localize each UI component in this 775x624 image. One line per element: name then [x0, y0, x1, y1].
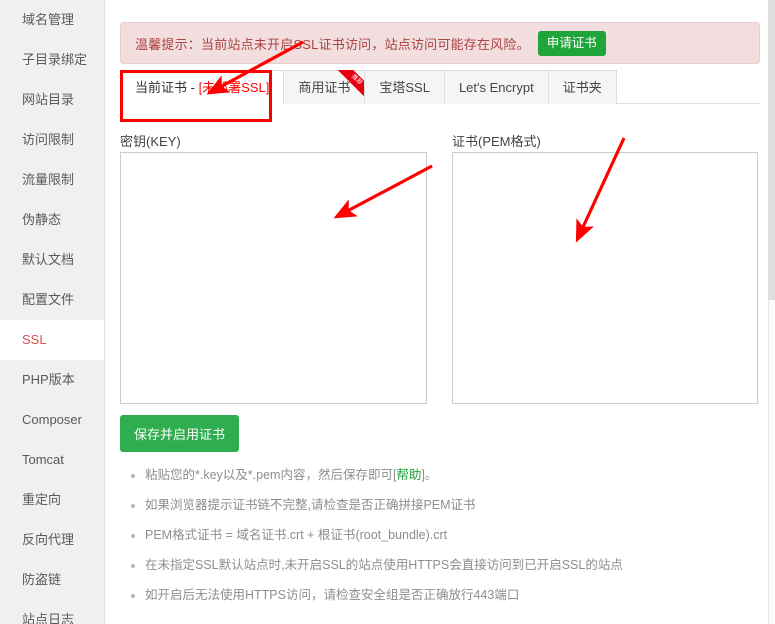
tip-text: 如开启后无法使用HTTPS访问，请检查安全组是否正确放行443端口	[145, 588, 520, 602]
ssl-warning-text: 温馨提示：当前站点未开启SSL证书访问，站点访问可能存在风险。	[135, 36, 530, 52]
sidebar-item-13[interactable]: 重定向	[0, 480, 104, 520]
tab-label: Let's Encrypt	[458, 80, 534, 95]
tip-text-suffix: ]。	[421, 468, 438, 482]
sidebar-item-9[interactable]: SSL	[0, 320, 104, 360]
sidebar-item-label: 访问限制	[22, 132, 75, 147]
sidebar-item-label: 配置文件	[22, 292, 75, 307]
tip-item: PEM格式证书 = 域名证书.crt + 根证书(root_bundle).cr…	[145, 520, 765, 550]
sidebar-item-16[interactable]: 站点日志	[0, 600, 104, 624]
pem-field-label: 证书(PEM格式)	[452, 134, 541, 149]
tab-label: 商用证书	[298, 80, 351, 95]
sidebar-item-label: PHP版本	[22, 372, 75, 387]
sidebar-item-label: 网站目录	[22, 92, 75, 107]
page-scrollbar-track[interactable]	[768, 0, 775, 624]
sidebar: 域名管理子目录绑定网站目录访问限制流量限制伪静态默认文档配置文件 SSL PHP版本…	[0, 0, 105, 624]
tip-item: 如开启后无法使用HTTPS访问，请检查安全组是否正确放行443端口	[145, 580, 765, 610]
sidebar-item-label: 子目录绑定	[22, 52, 88, 67]
tip-text: 粘贴您的*.key以及*.pem内容，然后保存即可[	[145, 468, 397, 482]
sidebar-item-label: 默认文档	[22, 252, 75, 267]
tab-3[interactable]: 宝塔SSL	[364, 70, 445, 104]
sidebar-item-label: 域名管理	[22, 12, 75, 27]
sidebar-item-10[interactable]: PHP版本	[0, 360, 104, 400]
tip-text: 如果浏览器提示证书链不完整,请检查是否正确拼接PEM证书	[145, 498, 476, 512]
sidebar-item-12[interactable]: Tomcat	[0, 440, 104, 480]
tab-4[interactable]: Let's Encrypt	[443, 70, 549, 104]
tips-list: 粘贴您的*.key以及*.pem内容，然后保存即可[帮助]。如果浏览器提示证书链…	[127, 460, 765, 610]
tab-2[interactable]: 商用证书 推荐	[283, 70, 366, 104]
sidebar-item-8[interactable]: 配置文件	[0, 280, 104, 320]
sidebar-item-label: 防盗链	[22, 572, 62, 587]
main-content: 温馨提示：当前站点未开启SSL证书访问，站点访问可能存在风险。 申请证书 当前证…	[105, 0, 775, 624]
sidebar-item-5[interactable]: 流量限制	[0, 160, 104, 200]
sidebar-item-7[interactable]: 默认文档	[0, 240, 104, 280]
key-field-label: 密钥(KEY)	[120, 134, 181, 149]
ssl-warning-banner: 温馨提示：当前站点未开启SSL证书访问，站点访问可能存在风险。 申请证书	[120, 22, 760, 64]
sidebar-item-2[interactable]: 子目录绑定	[0, 40, 104, 80]
tip-item: 粘贴您的*.key以及*.pem内容，然后保存即可[帮助]。	[145, 460, 765, 490]
pem-textarea[interactable]	[452, 152, 758, 404]
tip-item: 如果浏览器提示证书链不完整,请检查是否正确拼接PEM证书	[145, 490, 765, 520]
sidebar-item-label: 伪静态	[22, 212, 62, 227]
tip-help-link[interactable]: 帮助	[396, 468, 421, 482]
sidebar-item-14[interactable]: 反向代理	[0, 520, 104, 560]
sidebar-item-label: 流量限制	[22, 172, 75, 187]
sidebar-item-6[interactable]: 伪静态	[0, 200, 104, 240]
tab-label: 证书夹	[562, 80, 602, 95]
ssl-tabs: 当前证书 - [未部署SSL] 商用证书 推荐 宝塔SSL Let's Encrypt 证…	[120, 70, 760, 105]
sidebar-item-15[interactable]: 防盗链	[0, 560, 104, 600]
tab-1[interactable]: 当前证书 - [未部署SSL]	[120, 70, 285, 105]
app-root: 域名管理子目录绑定网站目录访问限制流量限制伪静态默认文档配置文件 SSL PHP版本…	[0, 0, 775, 624]
sidebar-item-label: Composer	[22, 412, 82, 427]
sidebar-item-label: 反向代理	[22, 532, 75, 547]
tip-text: 在未指定SSL默认站点时,未开启SSL的站点使用HTTPS会直接访问到已开启SS…	[145, 558, 623, 572]
apply-certificate-button[interactable]: 申请证书	[537, 30, 606, 56]
tip-text: PEM格式证书 = 域名证书.crt + 根证书(root_bundle).cr…	[145, 528, 448, 542]
tab-5[interactable]: 证书夹	[547, 70, 617, 104]
tab-label: 当前证书 -	[135, 80, 199, 95]
sidebar-item-label: SSL	[22, 332, 47, 347]
sidebar-item-label: 重定向	[22, 492, 62, 507]
sidebar-item-11[interactable]: Composer	[0, 400, 104, 440]
sidebar-item-label: Tomcat	[22, 452, 64, 467]
page-scrollbar-thumb[interactable]	[768, 0, 775, 300]
save-and-enable-certificate-button[interactable]: 保存并启用证书	[120, 415, 240, 452]
sidebar-item-3[interactable]: 网站目录	[0, 80, 104, 120]
sidebar-item-4[interactable]: 访问限制	[0, 120, 104, 160]
key-textarea[interactable]	[120, 152, 427, 404]
tab-status-badge: [未部署SSL]	[198, 80, 270, 95]
sidebar-item-1[interactable]: 域名管理	[0, 0, 104, 40]
tab-label: 宝塔SSL	[379, 80, 430, 95]
sidebar-item-label: 站点日志	[22, 612, 75, 624]
tip-item: 在未指定SSL默认站点时,未开启SSL的站点使用HTTPS会直接访问到已开启SS…	[145, 550, 765, 580]
